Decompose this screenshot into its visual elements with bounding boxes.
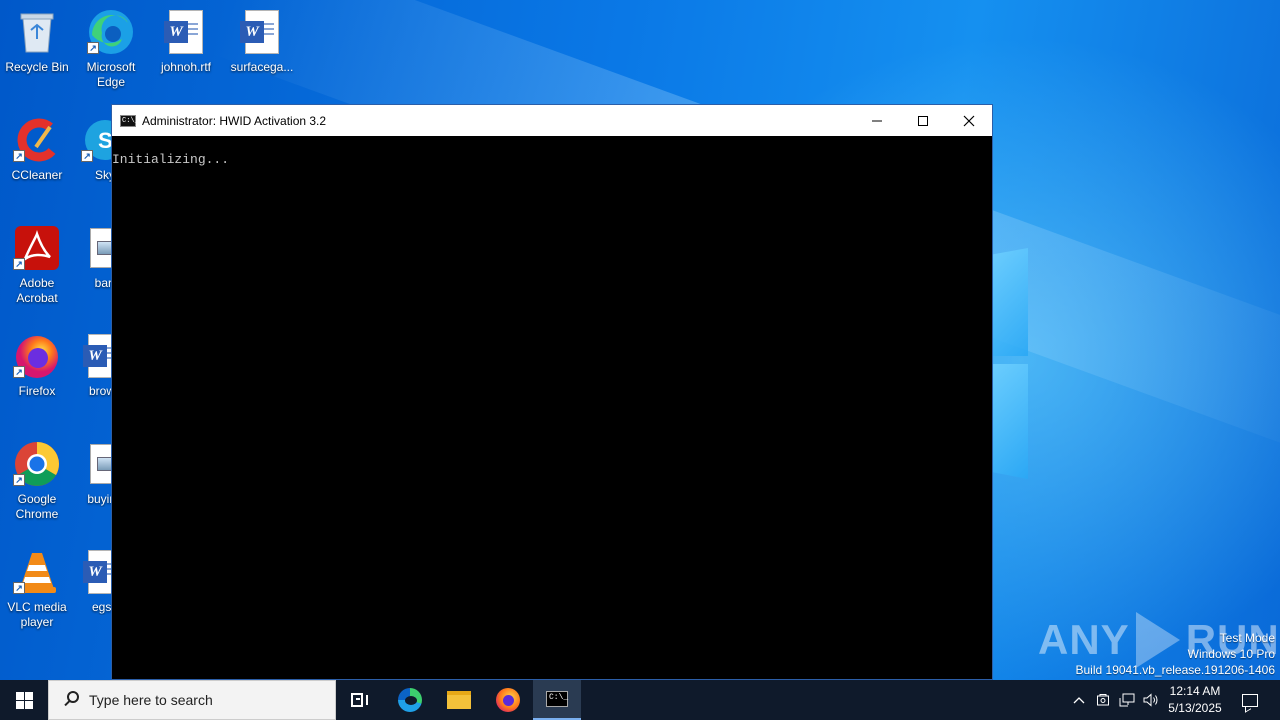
desktop-icon-bart[interactable]: bart xyxy=(75,224,111,291)
desktop-icon-label: egsh xyxy=(91,600,111,614)
recycle-bin-icon xyxy=(13,8,61,56)
task-view-icon xyxy=(351,693,369,707)
taskbar-clock[interactable]: 12:14 AM 5/13/2025 xyxy=(1160,683,1230,717)
taskbar-file-explorer-button[interactable] xyxy=(435,680,483,720)
cmd-window[interactable]: C:\_ Administrator: HWID Activation 3.2 … xyxy=(111,104,993,680)
image-file-icon xyxy=(81,440,111,488)
shortcut-arrow-icon: ↗ xyxy=(13,150,25,162)
build-number-label: Build 19041.vb_release.191206-1406 xyxy=(1075,663,1276,677)
notification-icon xyxy=(1242,693,1258,707)
ccleaner-icon: ↗ xyxy=(13,116,61,164)
show-hidden-icons-button[interactable] xyxy=(1068,680,1090,720)
edge-icon: ↗ xyxy=(87,8,135,56)
word-document-icon: W xyxy=(238,8,286,56)
start-button[interactable] xyxy=(0,680,48,720)
search-icon xyxy=(63,691,81,709)
chrome-icon: ↗ xyxy=(13,440,61,488)
maximize-button[interactable] xyxy=(900,105,946,136)
desktop-icon-egsh[interactable]: W egsh xyxy=(75,548,111,615)
desktop-icon-label: Firefox xyxy=(18,384,56,398)
word-document-icon: W xyxy=(81,332,111,380)
desktop: Recycle Bin ↗ Microsoft Edge W johnoh.rt… xyxy=(0,0,1280,680)
desktop-icon-firefox[interactable]: ↗ Firefox xyxy=(1,332,73,399)
desktop-icon-vlc-media-player[interactable]: ↗ VLC media player xyxy=(1,548,73,630)
tray-volume-button[interactable] xyxy=(1140,680,1162,720)
word-document-icon: W xyxy=(81,548,111,596)
desktop-icon-label: surfacega... xyxy=(230,60,294,74)
desktop-icon-microsoft-edge[interactable]: ↗ Microsoft Edge xyxy=(75,8,147,90)
clock-time: 12:14 AM xyxy=(1169,684,1221,698)
desktop-icon-label: Microsoft Edge xyxy=(86,60,136,89)
speaker-icon xyxy=(1143,693,1158,707)
desktop-icon-recycle-bin[interactable]: Recycle Bin xyxy=(1,8,73,75)
taskbar-cmd-button[interactable]: C:\_ xyxy=(533,680,581,720)
close-icon xyxy=(963,115,975,126)
clock-date: 5/13/2025 xyxy=(1168,701,1222,715)
folder-icon xyxy=(447,691,471,709)
desktop-icon-surfacega[interactable]: W surfacega... xyxy=(226,8,298,75)
windows-logo-icon xyxy=(15,691,33,709)
test-mode-label: Test Mode xyxy=(1219,631,1275,645)
desktop-icon-ccleaner[interactable]: ↗ CCleaner xyxy=(1,116,73,183)
taskbar-edge-button[interactable] xyxy=(386,680,434,720)
task-view-button[interactable] xyxy=(336,680,384,720)
desktop-icon-skype[interactable]: S ↗ Sky xyxy=(75,116,111,183)
minimize-button[interactable] xyxy=(854,105,900,136)
desktop-icon-label: Adobe Acrobat xyxy=(16,276,58,305)
cmd-app-icon[interactable]: C:\_ xyxy=(120,114,139,127)
close-button[interactable] xyxy=(946,105,992,136)
shortcut-arrow-icon: ↗ xyxy=(13,474,25,486)
desktop-icon-label: johnoh.rtf xyxy=(160,60,212,74)
firefox-icon xyxy=(496,688,520,712)
firefox-icon: ↗ xyxy=(13,332,61,380)
shortcut-arrow-icon: ↗ xyxy=(13,366,25,378)
security-icon xyxy=(1097,694,1109,706)
word-document-icon: W xyxy=(162,8,210,56)
desktop-icon-adobe-acrobat[interactable]: ↗ Adobe Acrobat xyxy=(1,224,73,306)
shortcut-arrow-icon: ↗ xyxy=(81,150,93,162)
image-file-icon xyxy=(81,224,111,272)
desktop-icon-label: Google Chrome xyxy=(15,492,59,521)
acrobat-icon: ↗ xyxy=(13,224,61,272)
wallpaper-windows-logo-pane xyxy=(992,248,1028,356)
command-prompt-icon: C:\_ xyxy=(546,691,568,707)
desktop-icon-label: CCleaner xyxy=(11,168,63,182)
maximize-icon xyxy=(918,115,928,126)
taskbar: Type here to search C:\_ 12:14 AM 5/13/2 xyxy=(0,680,1280,720)
taskbar-firefox-button[interactable] xyxy=(484,680,532,720)
desktop-icon-johnoh-rtf[interactable]: W johnoh.rtf xyxy=(150,8,222,75)
console-output[interactable]: Initializing... xyxy=(112,136,992,168)
desktop-icon-google-chrome[interactable]: ↗ Google Chrome xyxy=(1,440,73,522)
vlc-icon: ↗ xyxy=(13,548,61,596)
tray-defender-button[interactable] xyxy=(1092,680,1114,720)
desktop-icon-label: buying xyxy=(87,492,111,506)
desktop-icon-label: Sky xyxy=(95,168,111,182)
desktop-icon-buying[interactable]: buying xyxy=(75,440,111,507)
window-titlebar[interactable]: C:\_ Administrator: HWID Activation 3.2 xyxy=(112,105,992,136)
shortcut-arrow-icon: ↗ xyxy=(13,258,25,270)
skype-icon: S ↗ xyxy=(81,116,111,164)
chevron-up-icon xyxy=(1073,697,1085,704)
network-icon xyxy=(1119,693,1135,707)
action-center-button[interactable] xyxy=(1230,680,1270,720)
minimize-icon xyxy=(872,120,882,121)
wallpaper-windows-logo-pane xyxy=(992,364,1028,479)
shortcut-arrow-icon: ↗ xyxy=(13,582,25,594)
tray-network-button[interactable] xyxy=(1116,680,1138,720)
windows-edition-label: Windows 10 Pro xyxy=(1187,647,1275,661)
desktop-icon-label: bart xyxy=(94,276,111,290)
window-title: Administrator: HWID Activation 3.2 xyxy=(142,113,327,128)
search-placeholder: Type here to search xyxy=(89,692,213,708)
edge-icon xyxy=(398,688,422,712)
desktop-icon-label: brows xyxy=(89,384,111,398)
shortcut-arrow-icon: ↗ xyxy=(87,42,99,54)
desktop-icon-label: VLC media player xyxy=(7,600,67,629)
windows-build-info: Test Mode Windows 10 Pro Build 19041.vb_… xyxy=(1076,630,1276,678)
svg-text:S: S xyxy=(98,128,111,153)
desktop-icon-brows[interactable]: W brows xyxy=(75,332,111,399)
desktop-icon-label: Recycle Bin xyxy=(5,60,69,74)
taskbar-search-box[interactable]: Type here to search xyxy=(48,680,336,720)
